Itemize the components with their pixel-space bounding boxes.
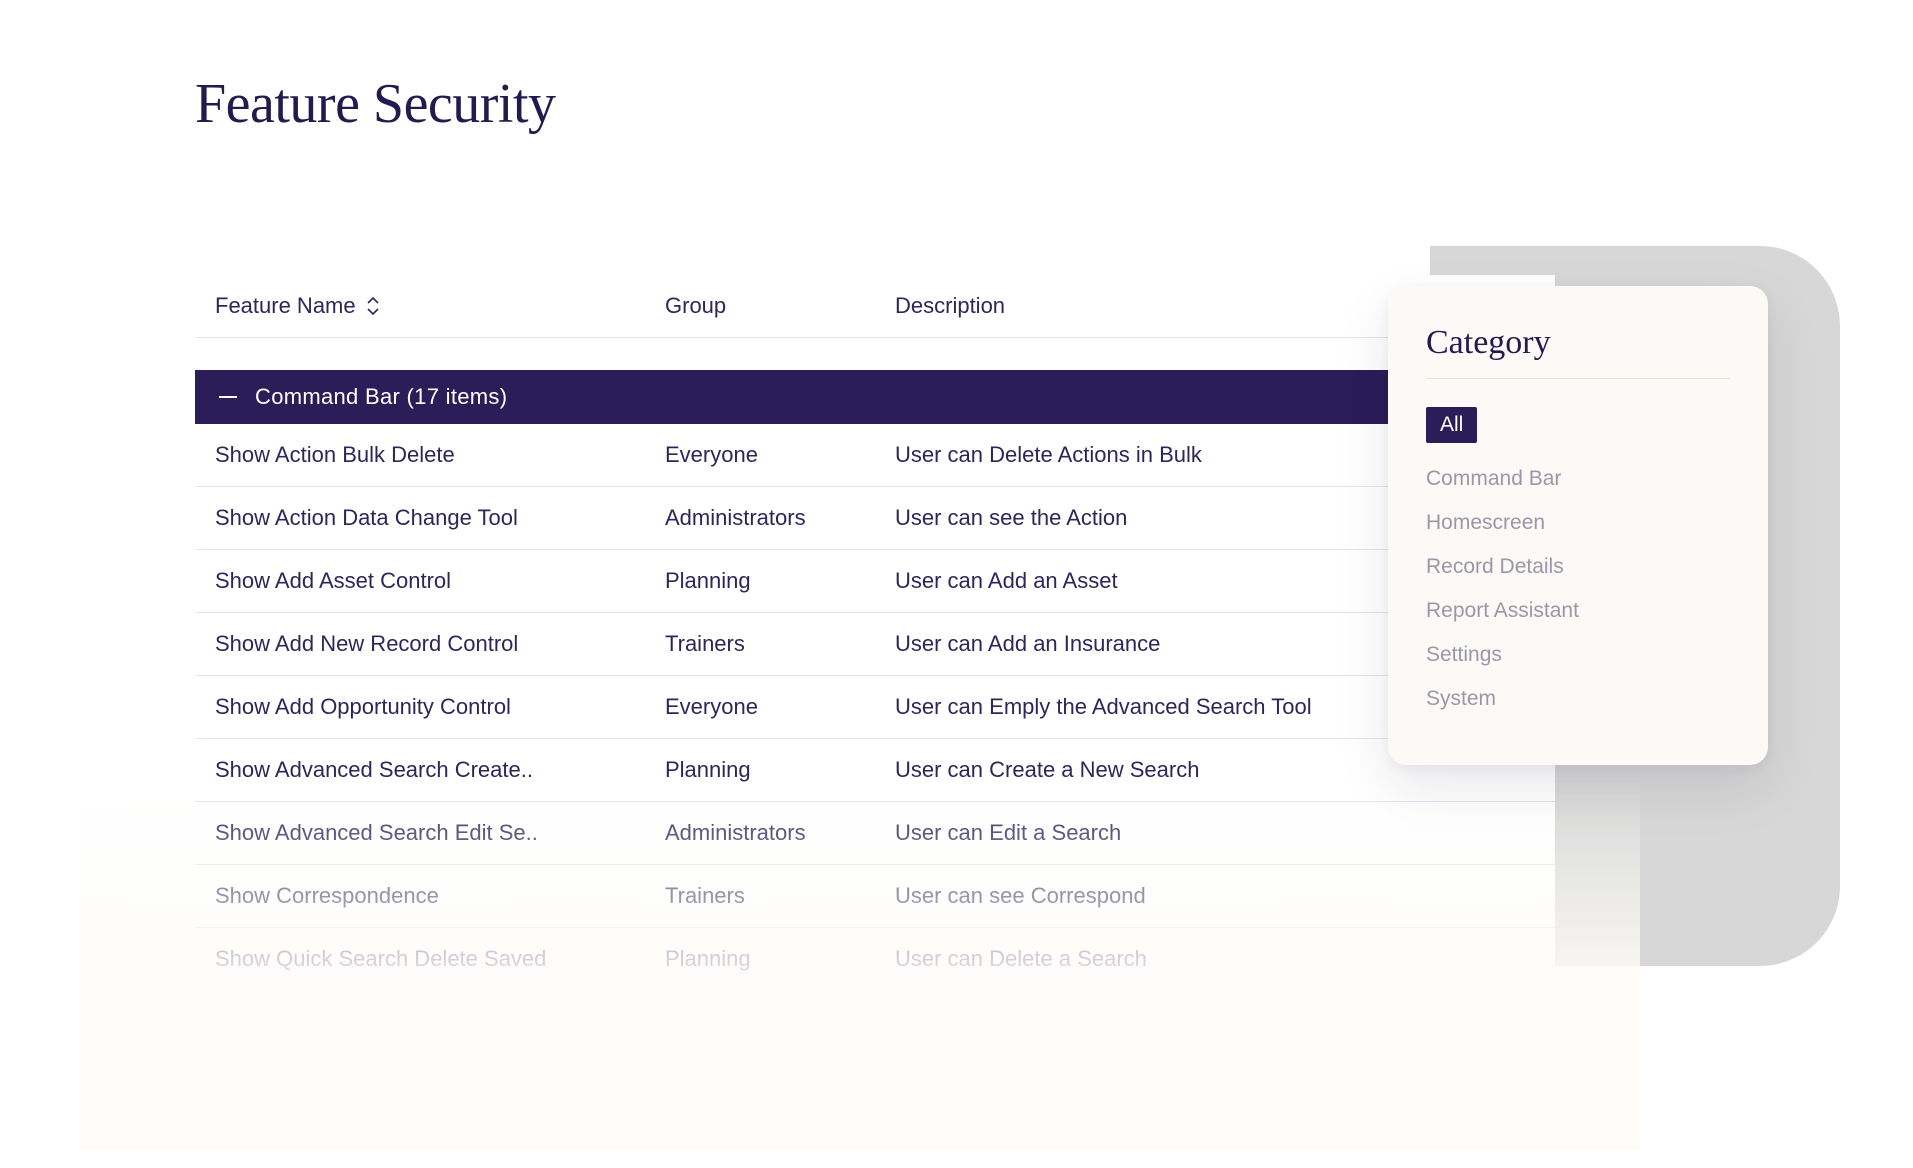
table-row[interactable]: Show Action Data Change Tool Administrat… bbox=[195, 487, 1555, 550]
table-header-row: Feature Name Group Description bbox=[195, 275, 1555, 338]
category-item-homescreen[interactable]: Homescreen bbox=[1426, 501, 1730, 545]
category-item-all[interactable]: All bbox=[1426, 407, 1477, 443]
cell-group: Everyone bbox=[665, 442, 895, 468]
table-row[interactable]: Show Advanced Search Create.. Planning U… bbox=[195, 739, 1555, 802]
table-body: Show Action Bulk Delete Everyone User ca… bbox=[195, 424, 1555, 991]
cell-description: User can Edit a Search bbox=[895, 820, 1535, 846]
category-panel-title: Category bbox=[1426, 324, 1730, 379]
cell-group: Administrators bbox=[665, 505, 895, 531]
table-row[interactable]: Show Add Opportunity Control Everyone Us… bbox=[195, 676, 1555, 739]
cell-group: Planning bbox=[665, 757, 895, 783]
cell-group: Trainers bbox=[665, 883, 895, 909]
cell-group: Everyone bbox=[665, 694, 895, 720]
cell-group: Administrators bbox=[665, 820, 895, 846]
cell-group: Trainers bbox=[665, 631, 895, 657]
category-list: All Command Bar Homescreen Record Detail… bbox=[1426, 407, 1730, 721]
table-row[interactable]: Show Add New Record Control Trainers Use… bbox=[195, 613, 1555, 676]
feature-table: Feature Name Group Description Command B… bbox=[195, 275, 1555, 991]
table-row[interactable]: Show Action Bulk Delete Everyone User ca… bbox=[195, 424, 1555, 487]
cell-feature-name: Show Correspondence bbox=[215, 883, 665, 909]
table-row[interactable]: Show Quick Search Delete Saved Planning … bbox=[195, 928, 1555, 991]
category-item-system[interactable]: System bbox=[1426, 677, 1730, 721]
cell-feature-name: Show Action Bulk Delete bbox=[215, 442, 665, 468]
cell-feature-name: Show Quick Search Delete Saved bbox=[215, 946, 665, 972]
table-row[interactable]: Show Correspondence Trainers User can se… bbox=[195, 865, 1555, 928]
column-header-group[interactable]: Group bbox=[665, 293, 895, 319]
cell-feature-name: Show Add Opportunity Control bbox=[215, 694, 665, 720]
collapse-icon[interactable] bbox=[219, 396, 237, 398]
sort-icon[interactable] bbox=[366, 296, 380, 316]
group-header-label: Command Bar (17 items) bbox=[255, 384, 507, 410]
cell-description: User can see Correspond bbox=[895, 883, 1535, 909]
table-row[interactable]: Show Advanced Search Edit Se.. Administr… bbox=[195, 802, 1555, 865]
group-header-command-bar[interactable]: Command Bar (17 items) bbox=[195, 370, 1555, 424]
column-header-label: Feature Name bbox=[215, 293, 356, 319]
cell-feature-name: Show Action Data Change Tool bbox=[215, 505, 665, 531]
column-header-feature-name[interactable]: Feature Name bbox=[215, 293, 665, 319]
table-row[interactable]: Show Add Asset Control Planning User can… bbox=[195, 550, 1555, 613]
cell-feature-name: Show Add New Record Control bbox=[215, 631, 665, 657]
cell-group: Planning bbox=[665, 568, 895, 594]
page-title: Feature Security bbox=[195, 72, 556, 136]
category-panel: Category All Command Bar Homescreen Reco… bbox=[1388, 286, 1768, 765]
cell-description: User can Delete a Search bbox=[895, 946, 1535, 972]
category-item-record-details[interactable]: Record Details bbox=[1426, 545, 1730, 589]
cell-feature-name: Show Advanced Search Edit Se.. bbox=[215, 820, 665, 846]
category-item-report-assistant[interactable]: Report Assistant bbox=[1426, 589, 1730, 633]
cell-group: Planning bbox=[665, 946, 895, 972]
cell-feature-name: Show Add Asset Control bbox=[215, 568, 665, 594]
category-item-command-bar[interactable]: Command Bar bbox=[1426, 457, 1730, 501]
category-item-settings[interactable]: Settings bbox=[1426, 633, 1730, 677]
cell-feature-name: Show Advanced Search Create.. bbox=[215, 757, 665, 783]
